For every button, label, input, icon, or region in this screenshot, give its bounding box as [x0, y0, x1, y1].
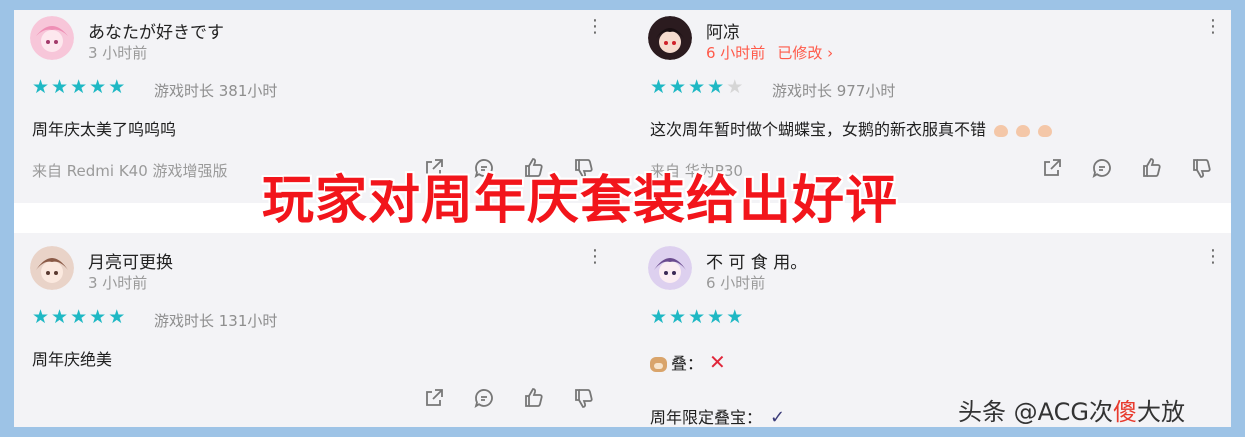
review-username[interactable]: 不 可 食 用。: [706, 248, 807, 273]
review-actions: [1040, 156, 1214, 180]
red-eyed-avatar[interactable]: [648, 16, 692, 60]
comment-icon[interactable]: [1090, 156, 1114, 180]
star-icon: ★: [688, 306, 706, 328]
thumbs-down-icon[interactable]: [1190, 156, 1214, 180]
device-label: 来自 Redmi K40 游戏增强版: [32, 162, 228, 180]
edited-link[interactable]: 已修改 ›: [777, 44, 833, 62]
cross-mark-icon: ✕: [709, 350, 726, 374]
review-text: 这次周年暂时做个蝴蝶宝，女鹅的新衣服真不错: [650, 116, 1053, 140]
dog-emoji-icon: [650, 357, 667, 372]
star-icon: ★: [669, 306, 687, 328]
star-rating: ★ ★ ★ ★ ★: [32, 308, 125, 327]
clap-emoji-icon: [1016, 124, 1031, 137]
review-line-2: 周年限定叠宝： ✓: [650, 404, 785, 428]
review-username[interactable]: 月亮可更换: [88, 248, 173, 273]
more-options-icon[interactable]: ⋮: [586, 18, 604, 36]
review-time: 3 小时前: [88, 42, 147, 63]
pink-hair-avatar[interactable]: [30, 16, 74, 60]
review-line-2-text: 周年限定叠宝：: [650, 408, 763, 427]
share-icon[interactable]: [1040, 156, 1064, 180]
thumbs-up-icon[interactable]: [1140, 156, 1164, 180]
review-time-text: 3 小时前: [88, 44, 148, 62]
star-icon: ★: [707, 76, 725, 98]
star-icon: ★: [32, 76, 50, 98]
star-rating: ★ ★ ★ ★ ★: [650, 78, 743, 97]
more-options-icon[interactable]: ⋮: [586, 248, 604, 266]
star-icon: ★: [707, 306, 725, 328]
star-icon: ★: [688, 76, 706, 98]
star-icon: ★: [108, 76, 126, 98]
clap-emoji-icon: [994, 124, 1009, 137]
playtime-label: 游戏时长 977小时: [772, 82, 896, 100]
star-icon: ★: [650, 306, 668, 328]
review-line-1: 叠： ✕: [650, 350, 726, 374]
check-mark-icon: ✓: [770, 407, 786, 428]
star-icon: ★: [726, 306, 744, 328]
watermark-prefix: 头条 @ACG次: [958, 398, 1113, 426]
overlay-caption: 玩家对周年庆套装给出好评: [262, 171, 899, 231]
review-time-text: 3 小时前: [88, 274, 148, 292]
more-options-icon[interactable]: ⋮: [1204, 248, 1222, 266]
review-text: 周年庆绝美: [32, 350, 113, 369]
review-username[interactable]: 阿凉: [706, 18, 740, 43]
star-icon: ★: [89, 76, 107, 98]
star-empty-icon: ★: [726, 76, 744, 98]
review-time: 6 小时前: [706, 272, 765, 293]
brown-hair-avatar[interactable]: [30, 246, 74, 290]
playtime-label: 游戏时长 381小时: [154, 82, 278, 100]
review-actions: [422, 386, 596, 410]
star-icon: ★: [108, 306, 126, 328]
review-text-content: 这次周年暂时做个蝴蝶宝，女鹅的新衣服真不错: [650, 120, 987, 139]
review-card-3: 月亮可更换 3 小时前 ⋮ ★ ★ ★ ★ ★ 游戏时长 131小时 周年庆绝美: [14, 240, 614, 430]
share-icon[interactable]: [422, 386, 446, 410]
star-icon: ★: [70, 306, 88, 328]
review-time-text: 6 小时前: [706, 274, 766, 292]
clap-emoji-icon: [1038, 124, 1053, 137]
playtime-label: 游戏时长 131小时: [154, 312, 278, 330]
watermark: 头条 @ACG次傻大放: [958, 392, 1185, 427]
thumbs-down-icon[interactable]: [572, 386, 596, 410]
review-text: 周年庆太美了呜呜呜: [32, 120, 177, 139]
comment-icon[interactable]: [472, 386, 496, 410]
star-icon: ★: [70, 76, 88, 98]
star-icon: ★: [51, 306, 69, 328]
star-rating: ★ ★ ★ ★ ★: [650, 308, 743, 327]
watermark-suffix: 大放: [1136, 398, 1185, 426]
star-rating: ★ ★ ★ ★ ★: [32, 78, 125, 97]
review-line-1-text: 叠：: [671, 354, 704, 373]
review-username[interactable]: あなたが好きです: [88, 18, 224, 43]
purple-hair-avatar[interactable]: [648, 246, 692, 290]
thumbs-up-icon[interactable]: [522, 386, 546, 410]
star-icon: ★: [650, 76, 668, 98]
review-time: 6 小时前 已修改 ›: [706, 42, 833, 63]
review-time: 3 小时前: [88, 272, 147, 293]
star-icon: ★: [89, 306, 107, 328]
review-time-text: 6 小时前: [706, 44, 766, 62]
star-icon: ★: [669, 76, 687, 98]
star-icon: ★: [32, 306, 50, 328]
watermark-highlight: 傻: [1112, 398, 1137, 426]
star-icon: ★: [51, 76, 69, 98]
more-options-icon[interactable]: ⋮: [1204, 18, 1222, 36]
